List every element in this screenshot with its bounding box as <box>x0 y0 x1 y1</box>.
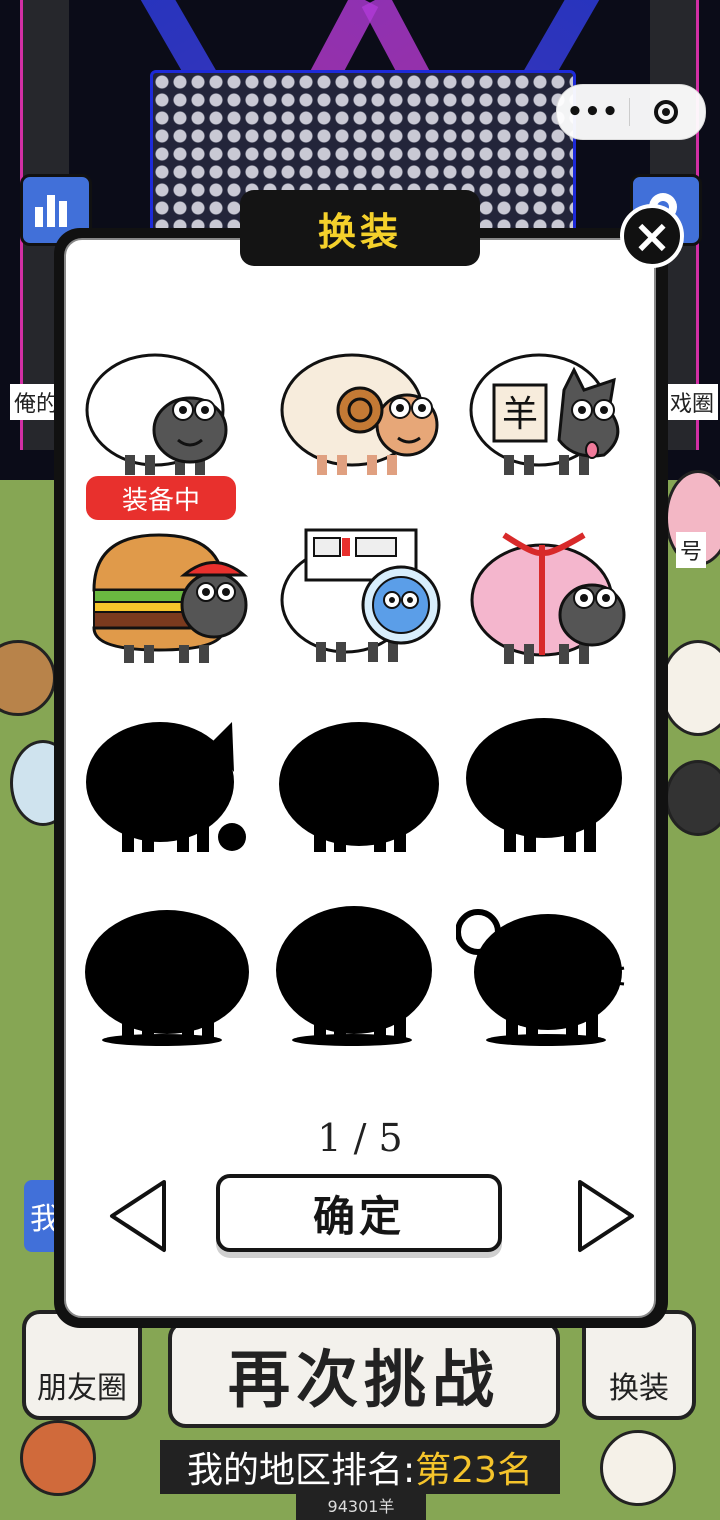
locked-silhouette-icon <box>279 722 439 852</box>
retry-challenge-button[interactable]: 再次挑战 <box>168 1320 560 1428</box>
locked-silhouette-icon <box>85 910 249 1046</box>
skin-locked[interactable] <box>274 902 444 1052</box>
skin-burger[interactable] <box>84 520 254 670</box>
skin-classic[interactable] <box>80 340 250 490</box>
close-icon[interactable]: × <box>620 204 684 268</box>
crowd-sheep <box>600 1430 676 1506</box>
prev-page-arrow-icon[interactable] <box>106 1176 170 1256</box>
close-target-icon[interactable] <box>630 100 702 124</box>
skin-astronaut[interactable] <box>276 520 446 670</box>
skin-locked[interactable] <box>82 712 252 862</box>
wolf-sheep-icon: 羊 <box>469 353 620 475</box>
retry-challenge-label: 再次挑战 <box>227 1343 500 1416</box>
wolf-sign-text: 羊 <box>502 394 538 435</box>
pink-gift-sheep-icon <box>470 532 626 664</box>
moments-button-label: 朋友圈 <box>37 1371 127 1406</box>
confirm-button[interactable]: 确定 <box>216 1174 502 1252</box>
skin-wolf[interactable]: 羊 <box>464 340 634 490</box>
right-side-label[interactable]: 戏圈 <box>666 384 719 420</box>
mini-program-capsule: ••• <box>556 84 706 140</box>
locked-silhouette-icon <box>276 906 432 1046</box>
rank-value: 第23名 <box>415 1450 533 1491</box>
crowd-sheep <box>20 1420 96 1496</box>
skin-ram[interactable] <box>272 340 442 490</box>
skin-locked[interactable] <box>274 712 444 862</box>
region-rank-banner: 我的地区排名: 第23名 <box>160 1440 560 1494</box>
page-indicator: 1 / 5 <box>317 1116 403 1160</box>
astronaut-sheep-icon <box>280 528 441 662</box>
skin-pink-gift[interactable] <box>464 520 634 670</box>
classic-sheep-icon <box>85 353 228 475</box>
skin-locked[interactable] <box>464 712 634 862</box>
ram-sheep-icon <box>280 353 439 475</box>
burger-sheep-icon <box>92 533 249 663</box>
locked-silhouette-icon <box>466 718 622 852</box>
locked-silhouette-icon <box>86 722 246 852</box>
next-page-arrow-icon[interactable] <box>574 1176 638 1256</box>
equipped-badge: 装备中 <box>86 476 236 520</box>
rank-prefix: 我的地区排名: <box>187 1450 416 1491</box>
right-side-label-2[interactable]: 号 <box>676 532 707 568</box>
more-ellipsis-icon[interactable]: ••• <box>557 97 629 127</box>
sheep-count: 94301羊 <box>296 1494 426 1520</box>
dress-up-button-label: 换装 <box>609 1371 669 1406</box>
locked-silhouette-icon <box>455 909 625 1046</box>
skin-locked[interactable] <box>455 902 626 1052</box>
dialog-title: 换装 <box>240 190 480 266</box>
skin-locked[interactable] <box>82 902 252 1052</box>
